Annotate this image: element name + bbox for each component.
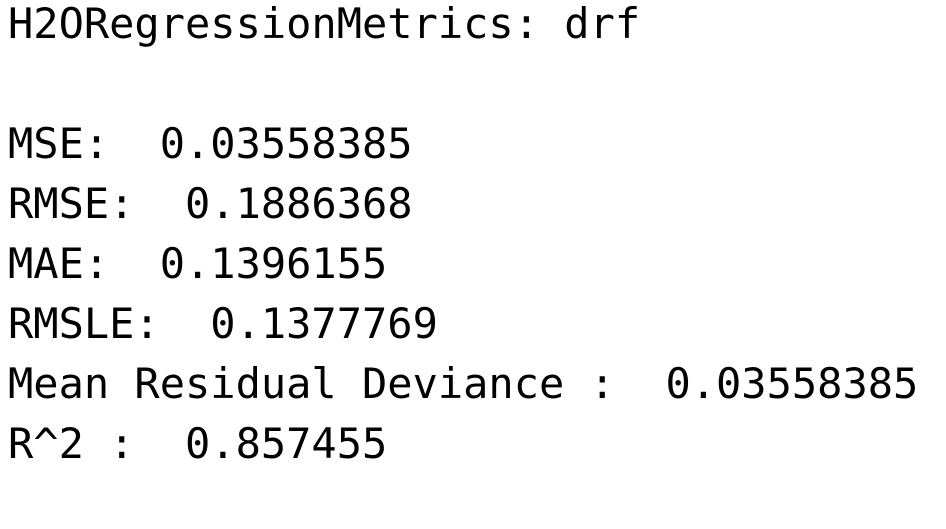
mse-line: MSE: 0.03558385 xyxy=(8,119,413,168)
rmse-line: RMSE: 0.1886368 xyxy=(8,179,413,228)
metrics-title: H2ORegressionMetrics: drf xyxy=(8,0,641,48)
mean-residual-deviance-line: Mean Residual Deviance : 0.03558385 xyxy=(8,359,919,408)
mae-line: MAE: 0.1396155 xyxy=(8,239,388,288)
console-output: H2ORegressionMetrics: drf MSE: 0.0355838… xyxy=(8,0,938,468)
rmsle-line: RMSLE: 0.1377769 xyxy=(8,299,438,348)
r-squared-line: R^2 : 0.857455 xyxy=(8,419,388,468)
